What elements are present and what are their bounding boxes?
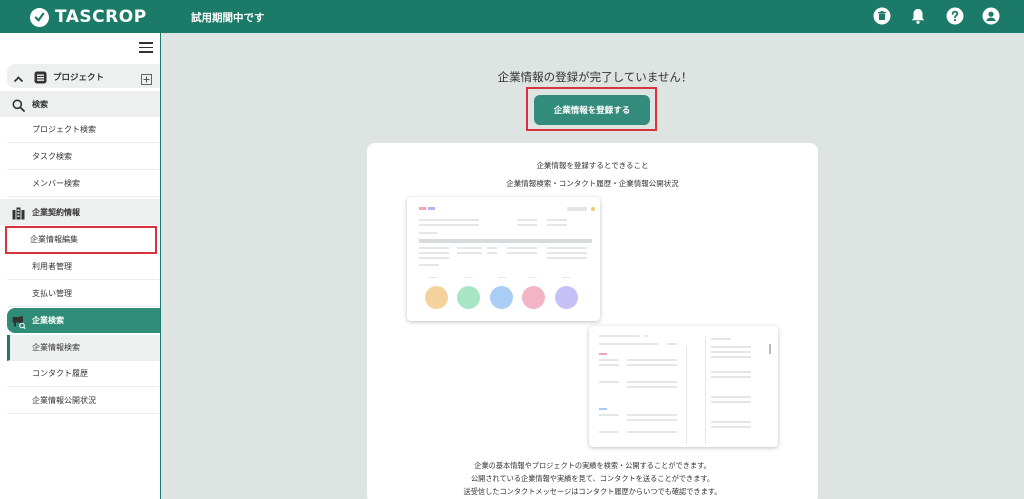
megaphone-icon [12, 314, 26, 333]
trash-icon[interactable] [873, 7, 891, 25]
sidebar-item-company-info-search[interactable]: 企業情報検索 [7, 335, 160, 361]
sidebar-item-label: コンタクト履歴 [32, 369, 88, 378]
card-heading: 企業情報を登録するとできること [536, 161, 649, 170]
sidebar-item-member-search[interactable]: メンバー検索 [7, 171, 160, 197]
trial-status: 試用期間中です [191, 12, 265, 24]
sidebar-item-contact-history[interactable]: コンタクト履歴 [7, 361, 160, 387]
card-description-line: 企業の基本情報やプロジェクトの実績を検索・公開することができます。 [474, 461, 711, 470]
hamburger-menu-icon[interactable] [139, 42, 153, 53]
sidebar-item-label: プロジェクト検索 [32, 125, 96, 134]
sidebar-item-label: 企業情報検索 [32, 343, 80, 352]
sidebar-item-user-management[interactable]: 利用者管理 [7, 254, 160, 280]
page-title: 企業情報の登録が完了していません！ [497, 70, 693, 84]
preview-image-contact-history [589, 326, 778, 447]
chevron-up-icon[interactable] [13, 70, 24, 89]
card-features: 企業情報検索・コンタクト履歴・企業情報公開状況 [506, 179, 679, 188]
sidebar-item-label: タスク検索 [32, 152, 72, 161]
sidebar-item-task-search[interactable]: タスク検索 [7, 144, 160, 170]
logo-text: TASCROP [55, 7, 147, 27]
sidebar-item-company-info-publication[interactable]: 企業情報公開状況 [7, 388, 160, 414]
sidebar-item-label: 企業情報編集 [30, 235, 78, 244]
help-icon[interactable] [946, 7, 964, 25]
search-icon [12, 97, 25, 116]
sidebar-section-contract[interactable]: 企業契約情報 [0, 199, 160, 225]
sidebar-item-label: メンバー検索 [32, 179, 80, 188]
tascrop-logo[interactable]: TASCROP [30, 6, 147, 28]
sidebar-item-label: 支払い管理 [32, 289, 72, 298]
sidebar-section-label: プロジェクト [53, 73, 105, 83]
sidebar-section-label: 検索 [32, 100, 48, 109]
sidebar-item-label: 利用者管理 [32, 262, 72, 271]
sidebar-section-label: 企業検索 [32, 316, 64, 325]
project-list-icon [34, 69, 47, 88]
info-card: 企業情報を登録するとできること 企業情報検索・コンタクト履歴・企業情報公開状況 [367, 143, 818, 499]
card-description-line: 送受信したコンタクトメッセージはコンタクト履歴からいつでも確認できます。 [463, 487, 722, 496]
sidebar-item-company-info-edit[interactable]: 企業情報編集 [5, 226, 157, 254]
card-description-line: 公開されている企業情報や実績を見て、コンタクトを送ることができます。 [470, 474, 715, 483]
add-project-icon[interactable] [141, 70, 152, 89]
sidebar-section-company-search[interactable]: 企業検索 [7, 308, 160, 333]
top-header: TASCROP 試用期間中です [0, 0, 1024, 33]
building-icon [12, 205, 25, 224]
register-company-button[interactable]: 企業情報を登録する [534, 95, 650, 125]
user-icon[interactable] [982, 7, 1000, 25]
sidebar-item-payment-management[interactable]: 支払い管理 [7, 281, 160, 307]
sidebar-section-label: 企業契約情報 [32, 208, 80, 217]
preview-image-company-detail [407, 197, 600, 321]
sidebar-section-project[interactable]: プロジェクト [7, 64, 160, 88]
sidebar-item-label: 企業情報公開状況 [32, 396, 96, 405]
bell-icon[interactable] [909, 7, 927, 25]
check-logo-icon [30, 7, 49, 27]
sidebar: プロジェクト 検索 プロジェクト検索 タスク検索 メンバー検索 企業契約情報 企… [0, 33, 161, 499]
sidebar-item-project-search[interactable]: プロジェクト検索 [7, 117, 160, 143]
sidebar-section-search[interactable]: 検索 [0, 91, 160, 117]
